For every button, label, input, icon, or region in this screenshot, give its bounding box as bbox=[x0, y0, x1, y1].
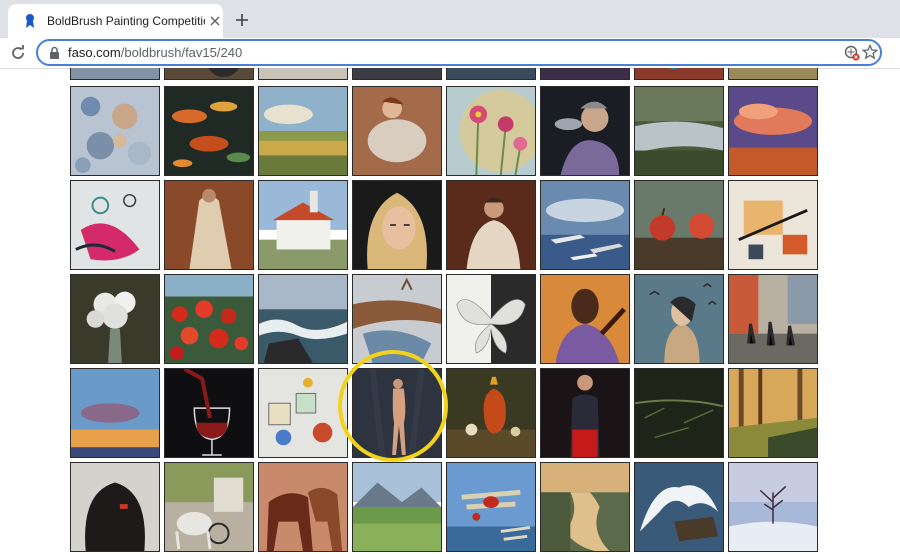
tab-title: BoldBrush Painting Competitio bbox=[47, 14, 205, 28]
painting-thumbnail-still-life-vase[interactable] bbox=[446, 368, 536, 458]
browser-toolbar: faso.com/boldbrush/fav15/240 bbox=[0, 38, 900, 69]
painting-thumbnail-top-partial-4[interactable] bbox=[352, 68, 442, 80]
painting-thumbnail-dark-forest[interactable] bbox=[634, 368, 724, 458]
painting-thumbnail-top-partial-1[interactable] bbox=[70, 68, 160, 80]
painting-thumbnail-white-flowers-vase[interactable] bbox=[70, 274, 160, 364]
painting-thumbnail-woman-in-red[interactable] bbox=[540, 368, 630, 458]
tab-strip: BoldBrush Painting Competitio bbox=[0, 0, 900, 38]
painting-thumbnail-river-sunset[interactable] bbox=[540, 462, 630, 552]
painting-thumbnail-green-valley[interactable] bbox=[352, 462, 442, 552]
painting-thumbnail-african-woman[interactable] bbox=[540, 274, 630, 364]
painting-thumbnail-abstract-collage[interactable] bbox=[728, 180, 818, 270]
url-path: /boldbrush/fav15/240 bbox=[120, 45, 243, 60]
painting-thumbnail-winter-tree[interactable] bbox=[728, 462, 818, 552]
url-host: faso.com bbox=[68, 45, 121, 60]
painting-gallery bbox=[70, 68, 820, 554]
blocked-content-icon[interactable] bbox=[844, 45, 860, 61]
painting-thumbnail-woman-back-hair[interactable] bbox=[70, 462, 160, 552]
painting-thumbnail-top-partial-5[interactable] bbox=[446, 68, 536, 80]
url-text[interactable]: faso.com/boldbrush/fav15/240 bbox=[68, 45, 242, 61]
painting-thumbnail-horse-carriage[interactable] bbox=[164, 462, 254, 552]
painting-thumbnail-top-partial-6[interactable] bbox=[540, 68, 630, 80]
painting-thumbnail-reclining-woman[interactable] bbox=[352, 86, 442, 176]
bookmark-star-icon[interactable] bbox=[861, 43, 879, 60]
painting-thumbnail-two-apples[interactable] bbox=[634, 180, 724, 270]
painting-thumbnail-top-partial-8[interactable] bbox=[728, 68, 818, 80]
painting-thumbnail-dusk-clouds[interactable] bbox=[70, 368, 160, 458]
painting-thumbnail-jets-in-flight[interactable] bbox=[540, 180, 630, 270]
painting-thumbnail-red-poppies[interactable] bbox=[164, 274, 254, 364]
lock-icon[interactable] bbox=[47, 45, 61, 61]
painting-thumbnail-seated-woman[interactable] bbox=[446, 180, 536, 270]
painting-thumbnail-top-partial-3[interactable] bbox=[258, 68, 348, 80]
painting-thumbnail-misty-pond[interactable] bbox=[634, 86, 724, 176]
painting-thumbnail-biplanes[interactable] bbox=[446, 462, 536, 552]
painting-thumbnail-ocean-waves[interactable] bbox=[258, 274, 348, 364]
ribbon-favicon-icon bbox=[22, 13, 38, 29]
painting-thumbnail-lily-pads[interactable] bbox=[164, 86, 254, 176]
painting-thumbnail-nude-figure[interactable] bbox=[352, 368, 442, 458]
painting-thumbnail-blonde-portrait[interactable] bbox=[352, 180, 442, 270]
painting-thumbnail-white-butterfly[interactable] bbox=[446, 274, 536, 364]
painting-thumbnail-purple-sunset-sky[interactable] bbox=[728, 86, 818, 176]
close-icon[interactable] bbox=[207, 13, 223, 29]
painting-thumbnail-landscape-field[interactable] bbox=[258, 86, 348, 176]
painting-thumbnail-toy-blocks[interactable] bbox=[258, 368, 348, 458]
painting-thumbnail-man-smoking[interactable] bbox=[540, 86, 630, 176]
painting-thumbnail-top-partial-2[interactable] bbox=[164, 68, 254, 80]
painting-thumbnail-sunlit-trees[interactable] bbox=[728, 368, 818, 458]
new-tab-plus-icon[interactable] bbox=[232, 10, 252, 30]
painting-thumbnail-woman-with-birds[interactable] bbox=[634, 274, 724, 364]
painting-thumbnail-abstract-pattern[interactable] bbox=[70, 86, 160, 176]
painting-thumbnail-top-partial-7[interactable] bbox=[634, 68, 724, 80]
painting-thumbnail-wine-glass-pour[interactable] bbox=[164, 368, 254, 458]
painting-thumbnail-city-street[interactable] bbox=[728, 274, 818, 364]
painting-thumbnail-figure-in-robe[interactable] bbox=[164, 180, 254, 270]
painting-thumbnail-white-church[interactable] bbox=[258, 180, 348, 270]
address-bar[interactable]: faso.com/boldbrush/fav15/240 bbox=[36, 39, 882, 66]
browser-tab[interactable]: BoldBrush Painting Competitio bbox=[8, 4, 223, 38]
painting-thumbnail-crashing-wave[interactable] bbox=[634, 462, 724, 552]
painting-thumbnail-snowy-stream[interactable] bbox=[352, 274, 442, 364]
painting-thumbnail-pink-cosmos-flowers[interactable] bbox=[446, 86, 536, 176]
painting-thumbnail-abstract-pink[interactable] bbox=[70, 180, 160, 270]
painting-thumbnail-two-horses[interactable] bbox=[258, 462, 348, 552]
reload-icon[interactable] bbox=[8, 43, 28, 63]
